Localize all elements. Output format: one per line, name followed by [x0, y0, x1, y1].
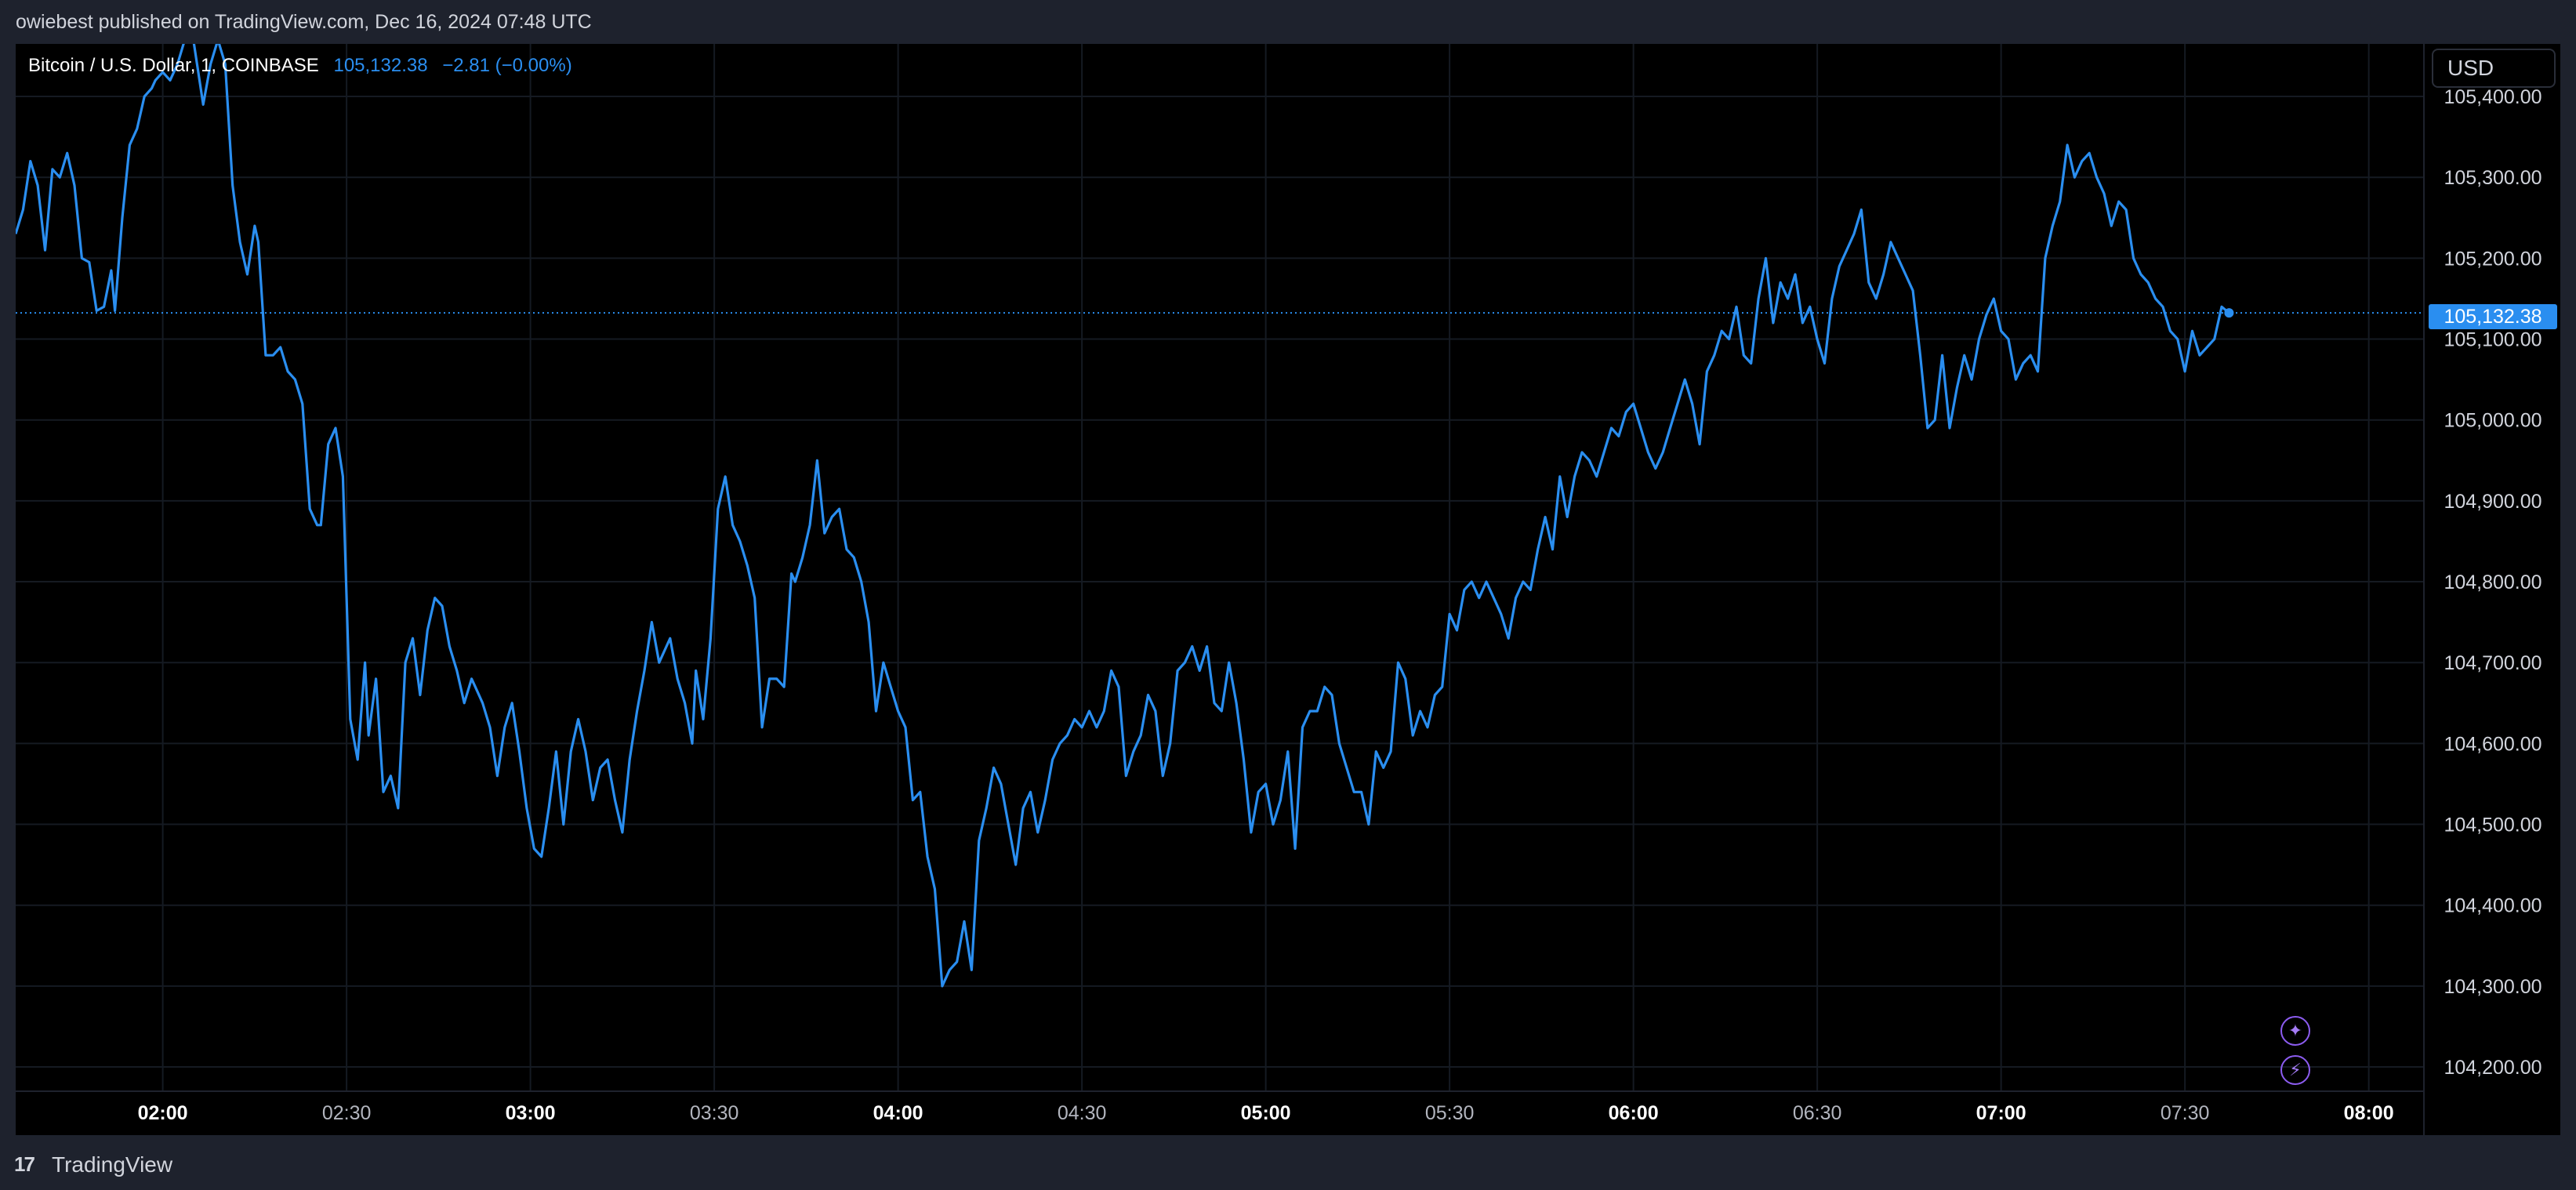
- y-tick-label: 104,500.00: [2444, 814, 2542, 836]
- price-chart[interactable]: 105,400.00 105,300.00 105,200.00 105,100.00…: [16, 44, 2560, 1135]
- y-tick-label: 105,100.00: [2444, 329, 2542, 351]
- y-tick-label: 104,400.00: [2444, 895, 2542, 917]
- x-tick-label: 03:00: [506, 1102, 556, 1124]
- y-tick-label: 105,200.00: [2444, 248, 2542, 270]
- symbol-legend: Bitcoin / U.S. Dollar, 1, COINBASE 105,1…: [28, 55, 572, 77]
- x-tick-label: 06:00: [1609, 1102, 1659, 1124]
- tradingview-logo-icon[interactable]: 17: [14, 1152, 35, 1177]
- last-price-badge: 105,132.38: [2429, 304, 2557, 329]
- y-tick-label: 105,300.00: [2444, 167, 2542, 189]
- symbol-title: Bitcoin / U.S. Dollar, 1, COINBASE: [28, 55, 319, 76]
- y-tick-label: 104,700.00: [2444, 652, 2542, 674]
- x-tick-label: 08:00: [2344, 1102, 2394, 1124]
- legend-change: −2.81 (−0.00%): [442, 55, 572, 76]
- footer-bar: 17 TradingView: [0, 1135, 2576, 1190]
- legend-last-price: 105,132.38: [333, 55, 428, 76]
- sparkle-icon[interactable]: ✦: [2280, 1016, 2310, 1046]
- last-price-point: [2224, 308, 2234, 318]
- x-tick-label: 05:30: [1425, 1102, 1475, 1124]
- y-tick-label: 104,800.00: [2444, 571, 2542, 593]
- x-tick-label: 03:30: [690, 1102, 739, 1124]
- publisher-text: owiebest published on TradingView.com, D…: [16, 11, 592, 33]
- x-tick-label: 07:30: [2161, 1102, 2210, 1124]
- y-tick-label: 104,600.00: [2444, 733, 2542, 755]
- x-tick-label: 02:30: [322, 1102, 372, 1124]
- chart-area[interactable]: 105,400.00 105,300.00 105,200.00 105,100.00…: [16, 44, 2560, 1135]
- y-tick-label: 104,900.00: [2444, 491, 2542, 513]
- y-tick-label: 105,000.00: [2444, 410, 2542, 432]
- x-tick-label: 04:30: [1058, 1102, 1107, 1124]
- x-tick-label: 04:00: [873, 1102, 923, 1124]
- y-tick-label: 104,300.00: [2444, 976, 2542, 998]
- price-series-line[interactable]: [16, 44, 2230, 988]
- footer-brand[interactable]: TradingView: [52, 1152, 172, 1177]
- x-tick-label: 02:00: [138, 1102, 188, 1124]
- currency-selector[interactable]: USD: [2432, 49, 2556, 88]
- x-tick-label: 07:00: [1976, 1102, 2026, 1124]
- x-tick-label: 05:00: [1241, 1102, 1291, 1124]
- x-tick-label: 06:30: [1793, 1102, 1842, 1124]
- lightning-icon[interactable]: ⚡: [2280, 1055, 2310, 1085]
- publisher-bar: owiebest published on TradingView.com, D…: [0, 0, 2576, 44]
- y-tick-label: 104,200.00: [2444, 1057, 2542, 1079]
- y-tick-label: 105,400.00: [2444, 86, 2542, 108]
